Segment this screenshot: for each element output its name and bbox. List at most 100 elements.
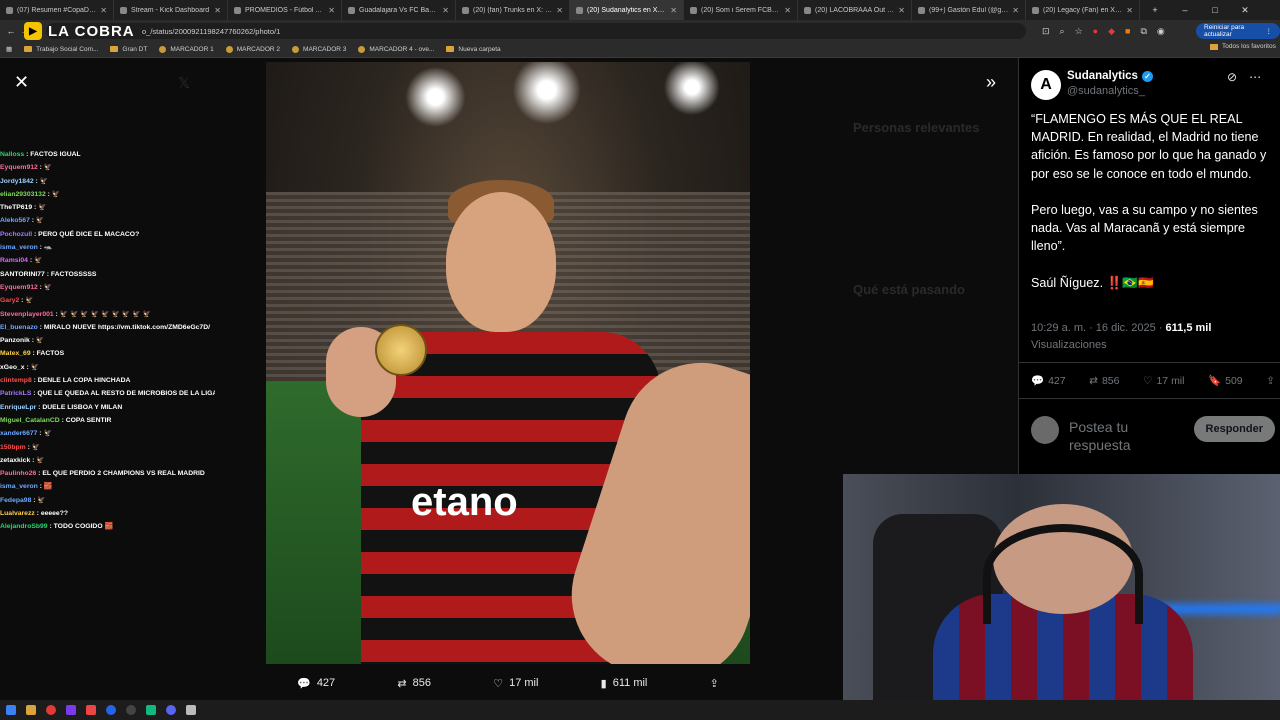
- chrome-icon[interactable]: [46, 705, 56, 715]
- chat-username[interactable]: Pochozull: [0, 231, 32, 238]
- tweet-timestamp[interactable]: 10:29 a. m. · 16 dic. 2025 ·: [1031, 322, 1166, 334]
- tab-close-icon[interactable]: ✕: [100, 6, 107, 15]
- toggle-sidepanel-icon[interactable]: »: [986, 72, 996, 93]
- maximize-icon[interactable]: □: [1200, 5, 1230, 15]
- app-icon-4[interactable]: [146, 705, 156, 715]
- app-icon-2[interactable]: [86, 705, 96, 715]
- photo-reply-button[interactable]: 💬 427: [297, 677, 335, 690]
- chat-username[interactable]: Matex_69: [0, 350, 31, 357]
- browser-tab[interactable]: (07) Resumen #CopaDelRe ✕: [0, 0, 114, 20]
- bookmark-star-icon[interactable]: ☆: [1075, 26, 1083, 37]
- update-button[interactable]: Reiniciar para actualizar ⋮: [1196, 23, 1280, 39]
- app-icon-3[interactable]: [106, 705, 116, 715]
- new-tab-icon[interactable]: +: [1140, 5, 1170, 15]
- profile-avatar-icon[interactable]: ◉: [1157, 26, 1165, 37]
- chat-username[interactable]: Panzonik: [0, 337, 30, 344]
- photo-like-button[interactable]: ♡ 17 mil: [493, 677, 538, 690]
- extensions-puzzle-icon[interactable]: ⧉: [1140, 26, 1146, 37]
- bookmark-item[interactable]: Gran DT: [104, 46, 153, 53]
- chat-username[interactable]: isma_veron: [0, 244, 38, 251]
- browser-tab[interactable]: (20) Sudanalytics en X: "FLAM ✕: [570, 0, 684, 20]
- chat-username[interactable]: Gary2: [0, 297, 19, 304]
- tab-close-icon[interactable]: ✕: [670, 6, 677, 15]
- author-avatar[interactable]: A: [1031, 70, 1061, 100]
- extension-icon-2[interactable]: ◆: [1108, 26, 1115, 37]
- photo-share-button[interactable]: ⇪: [710, 677, 719, 690]
- chat-username[interactable]: elian29303132: [0, 191, 46, 198]
- chat-username[interactable]: 150bpm: [0, 444, 26, 451]
- chat-username[interactable]: Eyquem912: [0, 284, 38, 291]
- chat-username[interactable]: clintemp8: [0, 377, 32, 384]
- zoom-icon[interactable]: ⌕: [1060, 26, 1065, 37]
- address-bar[interactable]: o_/status/2000921198247760262/photo/1: [46, 23, 1026, 39]
- chat-username[interactable]: xGeo_x: [0, 364, 25, 371]
- chat-username[interactable]: Paulinho26: [0, 470, 36, 477]
- chat-username[interactable]: Eyquem912: [0, 164, 38, 171]
- bookmark-item[interactable]: MARCADOR 3: [286, 45, 352, 53]
- chat-username[interactable]: El_buenazo: [0, 324, 38, 331]
- bookmark-item[interactable]: MARCADOR 4 - ove...: [352, 45, 440, 53]
- tab-close-icon[interactable]: ✕: [214, 6, 221, 15]
- chat-username[interactable]: xander6677: [0, 430, 37, 437]
- tab-close-icon[interactable]: ✕: [442, 6, 449, 15]
- bookmark-item[interactable]: Nueva carpeta: [440, 46, 506, 53]
- bookmark-item[interactable]: Trabajo Social Com...: [18, 46, 104, 53]
- close-viewer-icon[interactable]: ✕: [14, 72, 29, 93]
- chat-username[interactable]: Jordy1842: [0, 178, 34, 185]
- author-handle[interactable]: @sudanalytics_: [1067, 85, 1145, 97]
- reply-button[interactable]: 💬 427: [1031, 374, 1066, 388]
- chat-username[interactable]: EnriqueLpr: [0, 404, 36, 411]
- chat-username[interactable]: SANTORINI77: [0, 271, 45, 278]
- like-button[interactable]: ♡ 17 mil: [1143, 374, 1184, 387]
- browser-tab[interactable]: Guadalajara Vs FC Barcelona ✕: [342, 0, 456, 20]
- close-window-icon[interactable]: ✕: [1230, 5, 1260, 16]
- chat-username[interactable]: Lualvarezz: [0, 510, 35, 517]
- app-icon-5[interactable]: [186, 705, 196, 715]
- reply-submit-button[interactable]: Responder: [1193, 416, 1275, 442]
- chat-username[interactable]: Fedepa98: [0, 497, 31, 504]
- tab-close-icon[interactable]: ✕: [1126, 6, 1133, 15]
- install-icon[interactable]: ⊡: [1042, 26, 1050, 37]
- extension-icon[interactable]: ●: [1093, 26, 1098, 36]
- tweet-photo[interactable]: etano: [266, 62, 750, 664]
- browser-tab[interactable]: (20) Som i Serem FCB en X: "A ✕: [684, 0, 798, 20]
- tab-close-icon[interactable]: ✕: [556, 6, 563, 15]
- chat-username[interactable]: PatrickLS: [0, 390, 31, 397]
- chat-username[interactable]: Miguel_CatalanCD: [0, 417, 60, 424]
- grok-icon[interactable]: ⊘: [1227, 70, 1237, 84]
- chat-username[interactable]: isma_veron: [0, 483, 38, 490]
- browser-tab[interactable]: (20) LACOBRAAA Out of Con ✕: [798, 0, 912, 20]
- apps-grid-icon[interactable]: ▦: [0, 45, 18, 53]
- chat-username[interactable]: zetaxkick: [0, 457, 30, 464]
- start-icon[interactable]: [6, 705, 16, 715]
- chat-username[interactable]: AlejandroSb99: [0, 523, 48, 530]
- bookmark-button[interactable]: 🔖 509: [1208, 374, 1243, 388]
- obs-icon[interactable]: [126, 705, 136, 715]
- minimize-icon[interactable]: –: [1170, 5, 1200, 15]
- more-options-icon[interactable]: ⋯: [1249, 70, 1261, 84]
- chat-username[interactable]: TheTP619: [0, 204, 32, 211]
- tab-close-icon[interactable]: ✕: [784, 6, 791, 15]
- file-explorer-icon[interactable]: [26, 705, 36, 715]
- tab-close-icon[interactable]: ✕: [1012, 6, 1019, 15]
- bookmark-item[interactable]: MARCADOR 1: [153, 45, 219, 53]
- browser-tab[interactable]: (99+) Gastón Edul (@gaston ✕: [912, 0, 1026, 20]
- discord-icon[interactable]: [166, 705, 176, 715]
- browser-tab[interactable]: Stream - Kick Dashboard ✕: [114, 0, 228, 20]
- repost-button[interactable]: ⇄ 856: [1089, 374, 1119, 387]
- extension-icon-3[interactable]: ■: [1125, 26, 1130, 36]
- chat-username[interactable]: Nalloss: [0, 151, 24, 158]
- author-name[interactable]: Sudanalytics ✓: [1067, 70, 1153, 82]
- chat-username[interactable]: Aleko567: [0, 217, 30, 224]
- chat-username[interactable]: Stevenplayer001: [0, 311, 54, 318]
- bookmark-item[interactable]: MARCADOR 2: [220, 45, 286, 53]
- browser-tab[interactable]: (20) (fan) Trunks en X: "Este e✕: [456, 0, 570, 20]
- browser-tab[interactable]: PROMEDIOS - Fútbol Argent ✕: [228, 0, 342, 20]
- browser-tab[interactable]: (20) Legacy (Fan) en X: "Gue ✕: [1026, 0, 1140, 20]
- reply-input[interactable]: Postea tu respuesta: [1069, 418, 1189, 454]
- chat-username[interactable]: Ramsi04: [0, 257, 28, 264]
- photo-repost-button[interactable]: ⇄ 856: [397, 677, 431, 690]
- share-button[interactable]: ⇪: [1266, 374, 1275, 387]
- all-bookmarks[interactable]: Todos los favoritos: [1210, 43, 1276, 50]
- tab-close-icon[interactable]: ✕: [328, 6, 335, 15]
